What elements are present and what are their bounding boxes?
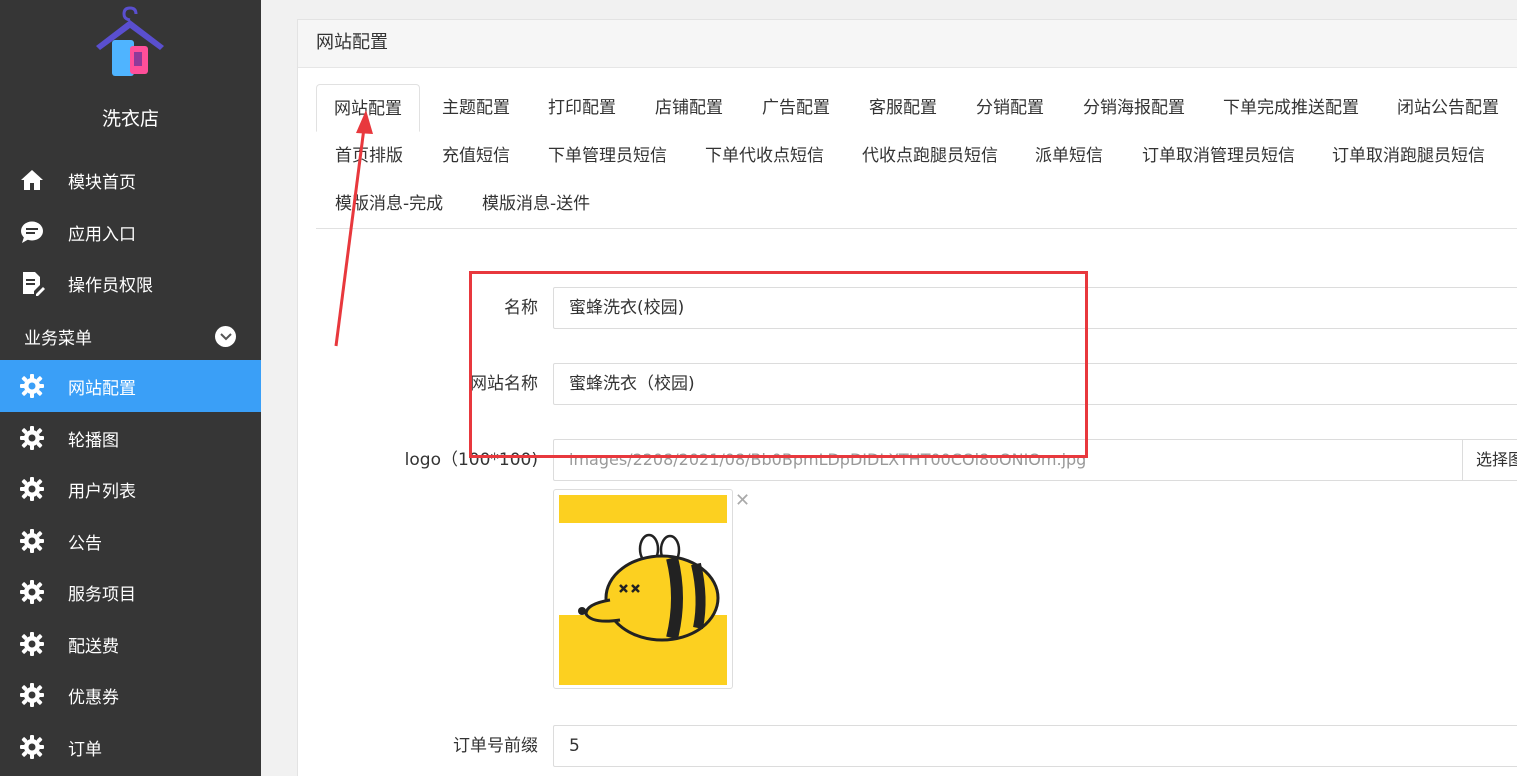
tab-recharge-sms[interactable]: 充值短信 — [442, 132, 510, 180]
tab-home-layout[interactable]: 首页排版 — [335, 132, 403, 180]
tab-site-config[interactable]: 网站配置 — [316, 84, 420, 132]
nav-item-label: 应用入口 — [68, 224, 136, 245]
tab-order-push-config[interactable]: 下单完成推送配置 — [1223, 84, 1359, 132]
panel-title: 网站配置 — [298, 20, 1517, 68]
site-name-input[interactable]: 蜜蜂洗衣（校园) — [553, 363, 1517, 405]
gear-icon — [19, 579, 45, 605]
sidebar-item-label: 配送费 — [68, 636, 119, 657]
laundry-logo-icon — [90, 6, 170, 82]
select-image-button[interactable]: 选择图片 — [1462, 439, 1517, 481]
sidebar-item-label: 公告 — [68, 533, 102, 554]
gear-icon — [19, 373, 45, 399]
order-prefix-input[interactable]: 5 — [553, 725, 1517, 767]
gear-icon — [19, 631, 45, 657]
tab-dispatch-sms[interactable]: 派单短信 — [1035, 132, 1103, 180]
sidebar-item-orders[interactable]: 订单 — [0, 721, 261, 773]
sidebar-item-services[interactable]: 服务项目 — [0, 566, 261, 618]
sidebar-item-label: 服务项目 — [68, 584, 136, 605]
order-prefix-label: 订单号前缀 — [453, 736, 538, 756]
tab-order-admin-sms[interactable]: 下单管理员短信 — [548, 132, 667, 180]
tab-print-config[interactable]: 打印配置 — [548, 84, 616, 132]
logo-path-input[interactable]: images/2208/2021/08/Bb0BpmLDpDIDLXTHT00C… — [553, 439, 1463, 481]
tab-ad-config[interactable]: 广告配置 — [762, 84, 830, 132]
tab-template-delivery[interactable]: 模版消息-送件 — [482, 180, 590, 228]
tab-theme-config[interactable]: 主题配置 — [442, 84, 510, 132]
nav-item-label: 操作员权限 — [68, 275, 153, 296]
tab-shop-config[interactable]: 店铺配置 — [655, 84, 723, 132]
sidebar-item-label: 轮播图 — [68, 430, 119, 451]
sidebar-item-label: 网站配置 — [68, 378, 136, 399]
business-menu-group[interactable]: 业务菜单 — [0, 312, 261, 358]
sidebar-item-carousel[interactable]: 轮播图 — [0, 412, 261, 464]
gear-icon — [19, 528, 45, 554]
name-label: 名称 — [504, 298, 538, 318]
business-menu-label: 业务菜单 — [24, 329, 92, 349]
nav-item-label: 模块首页 — [68, 172, 136, 193]
store-name: 洗衣店 — [101, 108, 159, 130]
sidebar-item-delivery-fee[interactable]: 配送费 — [0, 618, 261, 670]
sidebar-item-announcement[interactable]: 公告 — [0, 515, 261, 567]
nav-item-app-entry[interactable]: 应用入口 — [0, 206, 261, 258]
sidebar: 洗衣店 模块首页 应用入口 操作员权限 业务菜单 网站配置 轮播图 用户列表 公… — [0, 0, 261, 776]
name-input[interactable]: 蜜蜂洗衣(校园) — [553, 287, 1517, 329]
tab-distribution-config[interactable]: 分销配置 — [976, 84, 1044, 132]
tab-service-config[interactable]: 客服配置 — [869, 84, 937, 132]
config-panel: 网站配置 网站配置 主题配置 打印配置 店铺配置 广告配置 客服配置 分销配置 … — [297, 19, 1517, 776]
home-icon — [19, 167, 45, 193]
document-edit-icon — [19, 270, 45, 296]
bee-logo-icon — [559, 495, 727, 685]
tab-template-complete[interactable]: 模版消息-完成 — [335, 180, 443, 228]
tab-cancel-runner-sms[interactable]: 订单取消跑腿员短信 — [1332, 132, 1485, 180]
sidebar-item-label: 订单 — [68, 739, 102, 760]
logo-preview-image — [553, 489, 733, 689]
gear-icon — [19, 476, 45, 502]
tab-order-pickup-sms[interactable]: 下单代收点短信 — [705, 132, 824, 180]
form-row-order-prefix: 订单号前缀 5 — [298, 725, 1517, 767]
logo-label: logo（100*100) — [404, 450, 538, 470]
sidebar-item-coupons[interactable]: 优惠券 — [0, 669, 261, 721]
gear-icon — [19, 734, 45, 760]
tab-distribution-poster-config[interactable]: 分销海报配置 — [1083, 84, 1185, 132]
tab-site-closed-notice-config[interactable]: 闭站公告配置 — [1397, 84, 1499, 132]
sidebar-item-site-config[interactable]: 网站配置 — [0, 360, 261, 412]
gear-icon — [19, 425, 45, 451]
nav-item-module-home[interactable]: 模块首页 — [0, 154, 261, 206]
form-row-site-name: 网站名称 蜜蜂洗衣（校园) — [298, 363, 1517, 405]
form-row-logo: logo（100*100) images/2208/2021/08/Bb0Bpm… — [298, 439, 1517, 481]
sidebar-item-label: 优惠券 — [68, 687, 119, 708]
tab-pickup-runner-sms[interactable]: 代收点跑腿员短信 — [862, 132, 998, 180]
site-name-label: 网站名称 — [470, 374, 538, 394]
sidebar-item-user-list[interactable]: 用户列表 — [0, 463, 261, 515]
gear-icon — [19, 682, 45, 708]
sidebar-item-label: 用户列表 — [68, 481, 136, 502]
config-tabs: 网站配置 主题配置 打印配置 店铺配置 广告配置 客服配置 分销配置 分销海报配… — [316, 84, 1517, 229]
close-icon[interactable]: ✕ — [735, 490, 750, 511]
form-row-name: 名称 蜜蜂洗衣(校园) — [298, 287, 1517, 329]
tab-cancel-admin-sms[interactable]: 订单取消管理员短信 — [1142, 132, 1295, 180]
chevron-down-icon[interactable] — [215, 326, 236, 347]
nav-item-operator-permissions[interactable]: 操作员权限 — [0, 257, 261, 309]
chat-icon — [19, 219, 45, 245]
